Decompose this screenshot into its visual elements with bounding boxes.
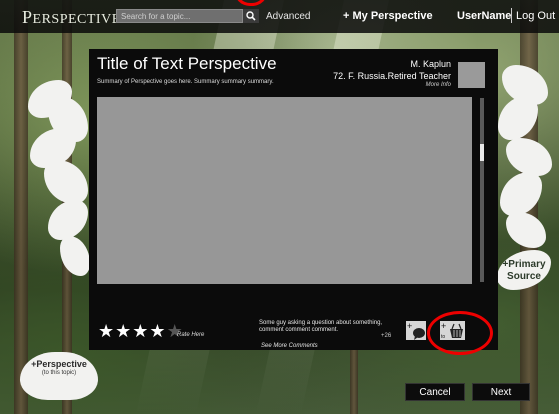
perspective-title: Title of Text Perspective (97, 54, 277, 73)
topic-leaf[interactable] (506, 138, 552, 176)
logo-rest: ERSPECTIVE (32, 12, 121, 27)
author-avatar[interactable] (458, 62, 485, 88)
author-details: 72. F. Russia.Retired Teacher (333, 71, 451, 81)
see-more-comments-link[interactable]: See More Comments (261, 343, 318, 349)
advanced-search-link[interactable]: Advanced (266, 11, 310, 22)
perspective-panel: Title of Text Perspective Summary of Per… (89, 49, 498, 350)
star-icon[interactable]: ★ (98, 322, 114, 340)
tree-trunk (14, 0, 28, 414)
username-link[interactable]: UserName (457, 10, 511, 22)
logout-link[interactable]: Log Out (516, 10, 555, 22)
add-perspective-sublabel: (to this topic) (41, 370, 77, 376)
topic-leaf[interactable] (44, 160, 88, 204)
content-scrollbar[interactable] (480, 98, 484, 282)
top-nav-bar: PERSPECTIVE Search for a topic... Advanc… (0, 0, 559, 33)
star-icon[interactable]: ★ (149, 322, 165, 340)
my-perspective-link[interactable]: + My Perspective (343, 10, 433, 22)
logo-initial: P (22, 7, 33, 27)
more-info-link[interactable]: More Info (426, 82, 451, 88)
nav-divider (511, 8, 512, 23)
star-icon[interactable]: ★ (115, 322, 131, 340)
primary-source-label[interactable]: +Primary Source (497, 259, 551, 283)
comment-preview: Some guy asking a question about somethi… (259, 320, 383, 333)
search-button[interactable] (243, 9, 259, 23)
app-logo[interactable]: PERSPECTIVE (22, 7, 121, 28)
search-icon (246, 11, 256, 21)
cancel-button[interactable]: Cancel (405, 383, 465, 401)
search-input[interactable]: Search for a topic... (116, 9, 243, 23)
rate-here-label[interactable]: Rate Here (177, 332, 204, 338)
scrollbar-thumb[interactable] (480, 144, 484, 161)
ask-question-button[interactable]: + (406, 321, 426, 340)
next-button[interactable]: Next (472, 383, 530, 401)
add-perspective-label[interactable]: +Perspective (26, 359, 92, 369)
perspective-content (97, 97, 472, 284)
ask-question-icon: + (407, 321, 425, 340)
svg-text:+: + (407, 321, 412, 331)
comment-count: +26 (381, 333, 392, 339)
tree-trunk (350, 340, 358, 414)
rating-stars[interactable]: ★ ★ ★ ★ ★ (98, 322, 183, 340)
annotation-highlight (427, 311, 493, 355)
star-icon[interactable]: ★ (132, 322, 148, 340)
topic-leaf[interactable] (48, 200, 88, 240)
author-name[interactable]: M. Kaplun (410, 59, 451, 69)
topic-leaf[interactable] (506, 212, 546, 248)
perspective-summary: Summary of Perspective goes here. Summar… (97, 79, 274, 85)
